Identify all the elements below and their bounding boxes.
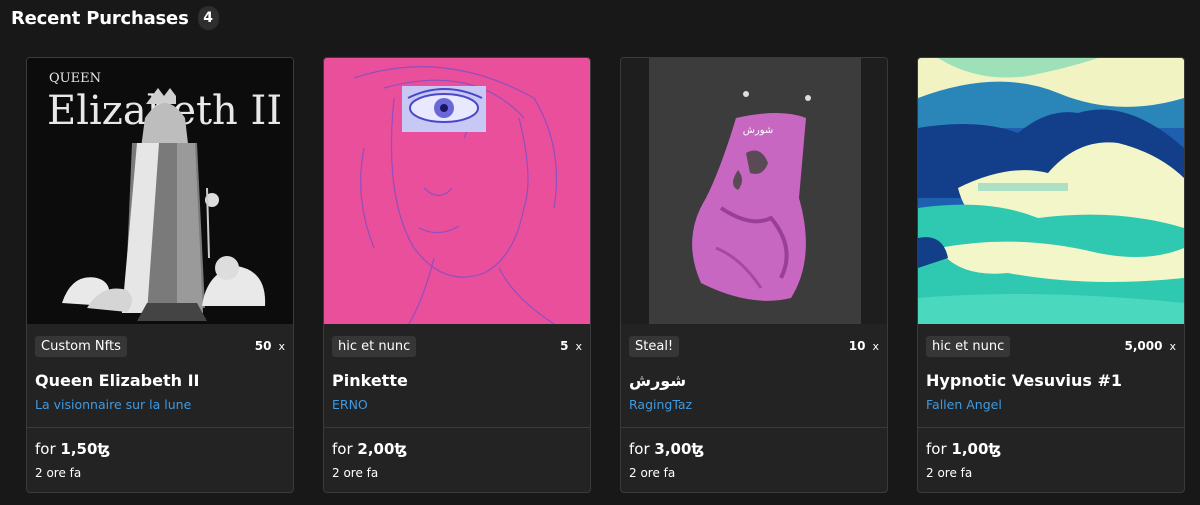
creator-link[interactable]: ERNO xyxy=(332,397,368,412)
artwork-image[interactable]: QUEEN Elizabeth II xyxy=(27,58,293,324)
card-meta: Custom Nfts 50 x Queen Elizabeth II La vi… xyxy=(27,324,293,427)
price-area: for 1,50ꜩ 2 ore fa xyxy=(27,428,293,492)
timestamp: 2 ore fa xyxy=(35,466,82,480)
artwork-title[interactable]: Pinkette xyxy=(332,371,408,390)
purchase-card[interactable]: QUEEN Elizabeth II Custom Nfts 50 x Queen xyxy=(26,57,294,493)
artwork-image[interactable] xyxy=(324,58,590,324)
artwork-queen-elizabeth: QUEEN Elizabeth II xyxy=(27,58,293,324)
card-meta: hic et nunc 5,000 x Hypnotic Vesuvius #1 … xyxy=(918,324,1184,427)
edition-count: 50 x xyxy=(254,339,285,353)
price: for 1,50ꜩ xyxy=(35,440,111,458)
platform-tag[interactable]: hic et nunc xyxy=(926,336,1011,357)
section-header: Recent Purchases 4 xyxy=(11,6,219,30)
section-title: Recent Purchases xyxy=(11,7,189,29)
artwork-title[interactable]: شورش xyxy=(629,371,686,390)
price-area: for 1,00ꜩ 2 ore fa xyxy=(918,428,1184,492)
artwork-shoresh: شورش xyxy=(621,58,887,324)
platform-tag[interactable]: Steal! xyxy=(629,336,680,357)
artwork-image[interactable] xyxy=(918,58,1184,324)
creator-link[interactable]: Fallen Angel xyxy=(926,397,1002,412)
timestamp: 2 ore fa xyxy=(629,466,676,480)
purchase-cards: QUEEN Elizabeth II Custom Nfts 50 x Queen xyxy=(26,57,1185,493)
purchase-card[interactable]: شورش Steal! 10 x شورش RagingTaz for 3,00ꜩ… xyxy=(620,57,888,493)
timestamp: 2 ore fa xyxy=(332,466,379,480)
price: for 3,00ꜩ xyxy=(629,440,705,458)
price-area: for 3,00ꜩ 2 ore fa xyxy=(621,428,887,492)
artwork-image[interactable]: شورش xyxy=(621,58,887,324)
purchase-card[interactable]: hic et nunc 5,000 x Hypnotic Vesuvius #1 … xyxy=(917,57,1185,493)
art-text-shoresh: شورش xyxy=(743,125,774,136)
price-area: for 2,00ꜩ 2 ore fa xyxy=(324,428,590,492)
card-meta: Steal! 10 x شورش RagingTaz xyxy=(621,324,887,427)
price: for 1,00ꜩ xyxy=(926,440,1002,458)
edition-count: 5x xyxy=(560,339,582,353)
edition-count: 10 x xyxy=(848,339,879,353)
card-meta: hic et nunc 5x Pinkette ERNO xyxy=(324,324,590,427)
artwork-vesuvius xyxy=(918,58,1184,324)
artwork-title[interactable]: Queen Elizabeth II xyxy=(35,371,199,390)
price: for 2,00ꜩ xyxy=(332,440,408,458)
artwork-pinkette xyxy=(324,58,590,324)
timestamp: 2 ore fa xyxy=(926,466,973,480)
purchase-card[interactable]: hic et nunc 5x Pinkette ERNO for 2,00ꜩ 2… xyxy=(323,57,591,493)
artwork-title[interactable]: Hypnotic Vesuvius #1 xyxy=(926,371,1122,390)
platform-tag[interactable]: hic et nunc xyxy=(332,336,417,357)
platform-tag[interactable]: Custom Nfts xyxy=(35,336,127,357)
creator-link[interactable]: La visionnaire sur la lune xyxy=(35,397,191,412)
count-badge: 4 xyxy=(197,6,219,30)
art-text-queen: QUEEN xyxy=(49,71,101,86)
edition-count: 5,000 x xyxy=(1124,339,1176,353)
creator-link[interactable]: RagingTaz xyxy=(629,397,692,412)
